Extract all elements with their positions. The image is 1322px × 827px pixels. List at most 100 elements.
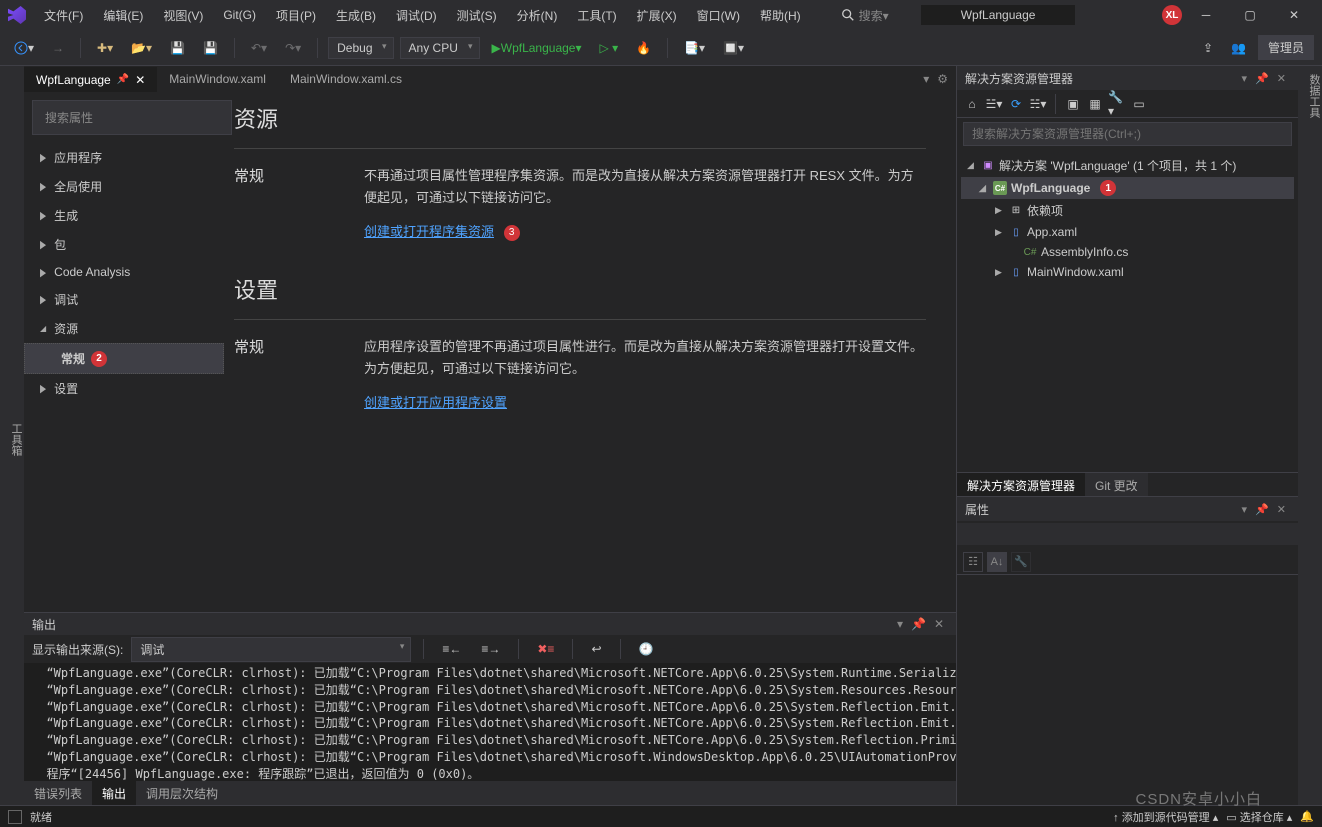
nav-application[interactable]: 应用程序 — [24, 143, 224, 172]
nav-package[interactable]: 包 — [24, 230, 224, 259]
switch-view-icon[interactable]: ☱▾ — [985, 95, 1003, 113]
status-scm[interactable]: ↑ 添加到源代码管理 ▴ — [1113, 809, 1218, 825]
nav-debug[interactable]: 调试 — [24, 285, 224, 314]
menu-analyze[interactable]: 分析(N) — [509, 3, 566, 28]
menu-edit[interactable]: 编辑(E) — [95, 3, 151, 28]
menu-git[interactable]: Git(G) — [215, 4, 264, 26]
filter-icon[interactable]: ☵▾ — [1029, 95, 1047, 113]
properties-grid[interactable] — [957, 575, 1298, 805]
sync-icon[interactable]: ⟳ — [1007, 95, 1025, 113]
properties-icon[interactable]: 🔧▾ — [1108, 95, 1126, 113]
nav-resources-general[interactable]: 常规2 — [24, 343, 224, 374]
menu-window[interactable]: 窗口(W) — [689, 3, 748, 28]
menu-build[interactable]: 生成(B) — [328, 3, 384, 28]
live-share-icon[interactable]: 👥 — [1225, 38, 1252, 58]
menu-project[interactable]: 项目(P) — [268, 3, 324, 28]
minimize-button[interactable]: ─ — [1186, 1, 1226, 29]
platform-combo[interactable]: Any CPU — [400, 37, 480, 59]
tree-project[interactable]: ◢C#WpfLanguage1 — [961, 177, 1294, 199]
panel-pin-icon[interactable]: 📌 — [1251, 72, 1273, 85]
redo-button[interactable]: ↷▾ — [279, 38, 307, 58]
save-all-button[interactable]: 💾 — [197, 38, 224, 58]
file-browser-button[interactable]: 📑▾ — [678, 38, 711, 58]
nav-build[interactable]: 生成 — [24, 201, 224, 230]
status-notify-icon[interactable]: 🔔 — [1300, 810, 1314, 823]
panel-dropdown-icon[interactable]: ▾ — [1238, 503, 1252, 516]
solution-search[interactable] — [963, 122, 1292, 146]
goto-next-icon[interactable]: ≡→ — [475, 639, 506, 659]
close-tab-icon[interactable]: ✕ — [135, 73, 145, 87]
categorize-icon[interactable]: ☷ — [963, 552, 983, 572]
menu-view[interactable]: 视图(V) — [155, 3, 211, 28]
tree-app-xaml[interactable]: ▶▯App.xaml — [961, 222, 1294, 242]
start-debug-button[interactable]: ▶ WpfLanguage ▾ — [486, 38, 588, 58]
tab-error-list[interactable]: 错误列表 — [24, 781, 92, 806]
preview-icon[interactable]: ▭ — [1130, 95, 1148, 113]
nav-code-analysis[interactable]: Code Analysis — [24, 259, 224, 285]
hot-reload-button[interactable]: 🔥 — [630, 38, 657, 58]
timestamp-icon[interactable]: 🕘 — [633, 639, 660, 659]
live-share-button[interactable]: 🔲▾ — [717, 38, 750, 58]
properties-object-combo[interactable] — [957, 523, 1298, 545]
properties-wrench-icon[interactable]: 🔧 — [1011, 552, 1031, 572]
output-text[interactable]: “WpfLanguage.exe”(CoreCLR: clrhost): 已加载… — [24, 663, 956, 781]
goto-prev-icon[interactable]: ≡← — [436, 639, 467, 659]
status-repo[interactable]: ▭ 选择仓库 ▴ — [1226, 809, 1292, 825]
close-button[interactable]: ✕ — [1274, 1, 1314, 29]
nav-global-usings[interactable]: 全局使用 — [24, 172, 224, 201]
tree-mainwindow-xaml[interactable]: ▶▯MainWindow.xaml — [961, 262, 1294, 282]
nav-settings[interactable]: 设置 — [24, 374, 224, 403]
panel-pin-icon[interactable]: 📌 — [1251, 503, 1273, 516]
tab-call-hierarchy[interactable]: 调用层次结构 — [136, 781, 228, 806]
tab-mainwindow-xaml[interactable]: MainWindow.xaml — [157, 67, 278, 91]
tree-solution-root[interactable]: ◢▣解决方案 'WpfLanguage' (1 个项目，共 1 个) — [961, 154, 1294, 177]
open-resx-link[interactable]: 创建或打开程序集资源 — [364, 221, 494, 243]
tab-project-props[interactable]: WpfLanguage 📌 ✕ — [24, 67, 157, 92]
nav-fwd-button[interactable]: → — [46, 38, 70, 58]
output-source-combo[interactable]: 调试 — [131, 637, 411, 662]
props-search[interactable]: 搜索属性 — [32, 100, 232, 135]
panel-dropdown-icon[interactable]: ▾ — [893, 617, 907, 631]
menu-tools[interactable]: 工具(T) — [569, 3, 624, 28]
maximize-button[interactable]: ▢ — [1230, 1, 1270, 29]
tab-overflow-icon[interactable]: ▾ — [923, 72, 929, 86]
share-button[interactable]: ⇪ — [1197, 38, 1219, 58]
panel-pin-icon[interactable]: 📌 — [907, 617, 930, 631]
nav-resources[interactable]: 资源 — [24, 314, 224, 343]
toolbox-rail[interactable]: 工具箱 — [0, 66, 24, 805]
show-all-icon[interactable]: ▦ — [1086, 95, 1104, 113]
panel-close-icon[interactable]: ✕ — [930, 617, 948, 631]
save-button[interactable]: 💾 — [164, 38, 191, 58]
collapse-icon[interactable]: ▣ — [1064, 95, 1082, 113]
tab-git-changes[interactable]: Git 更改 — [1085, 473, 1148, 496]
panel-dropdown-icon[interactable]: ▾ — [1238, 72, 1252, 85]
open-button[interactable]: 📂▾ — [125, 38, 158, 58]
status-icon[interactable] — [8, 810, 22, 824]
menu-help[interactable]: 帮助(H) — [752, 3, 809, 28]
undo-button[interactable]: ↶▾ — [245, 38, 273, 58]
pin-icon[interactable]: 📌 — [117, 74, 129, 85]
nav-back-button[interactable]: ▾ — [8, 38, 40, 58]
menu-file[interactable]: 文件(F) — [36, 3, 91, 28]
menu-test[interactable]: 测试(S) — [449, 3, 505, 28]
open-settings-link[interactable]: 创建或打开应用程序设置 — [364, 392, 507, 414]
tab-settings-icon[interactable]: ⚙ — [937, 72, 948, 86]
menu-extensions[interactable]: 扩展(X) — [629, 3, 685, 28]
tab-output[interactable]: 输出 — [92, 781, 136, 806]
tab-solution-explorer[interactable]: 解决方案资源管理器 — [957, 473, 1085, 496]
config-combo[interactable]: Debug — [328, 37, 393, 59]
word-wrap-icon[interactable]: ↩ — [585, 639, 607, 659]
panel-close-icon[interactable]: ✕ — [1273, 72, 1290, 85]
tree-deps[interactable]: ▶⊞依赖项 — [961, 199, 1294, 222]
clear-output-icon[interactable]: ✖≡ — [531, 639, 560, 659]
home-icon[interactable]: ⌂ — [963, 95, 981, 113]
new-item-button[interactable]: ✚▾ — [91, 38, 119, 58]
sort-az-icon[interactable]: A↓ — [987, 552, 1007, 572]
tree-assemblyinfo[interactable]: C#AssemblyInfo.cs — [961, 242, 1294, 262]
menu-debug[interactable]: 调试(D) — [388, 3, 445, 28]
start-no-debug-button[interactable]: ▷ ▾ — [594, 38, 625, 58]
data-tools-rail[interactable]: 数据工具 — [1298, 66, 1322, 805]
global-search[interactable]: 搜索▾ — [833, 5, 897, 26]
tab-mainwindow-xaml-cs[interactable]: MainWindow.xaml.cs — [278, 67, 414, 91]
user-avatar[interactable]: XL — [1162, 5, 1182, 25]
